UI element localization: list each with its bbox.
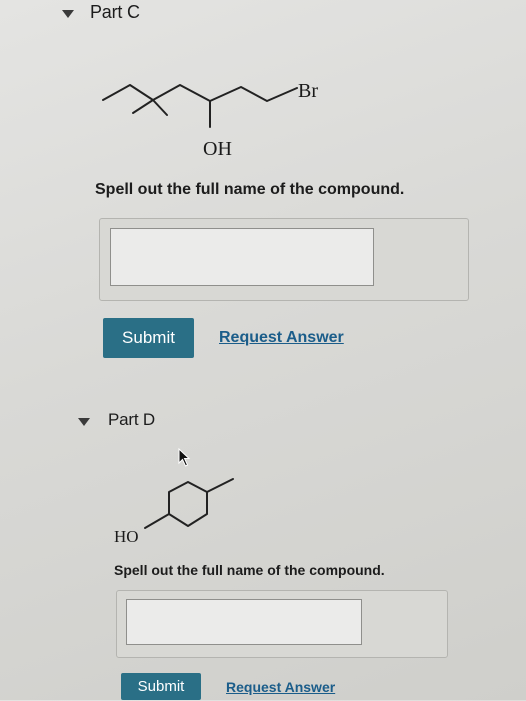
part-d-prompt: Spell out the full name of the compound. [114, 562, 385, 578]
part-c-submit-button[interactable]: Submit [103, 318, 194, 358]
part-d-ho-label: HO [114, 527, 139, 546]
part-c-chain-bonds [102, 84, 298, 102]
part-d-ho-bond [144, 513, 170, 529]
part-c-prompt: Spell out the full name of the compound. [95, 181, 405, 198]
part-c-answer-area [99, 218, 469, 301]
part-d-answer-area [116, 590, 448, 658]
part-c-collapse-caret-icon[interactable] [62, 10, 74, 18]
mouse-cursor-icon [178, 448, 191, 467]
part-d-structure: HO [114, 478, 234, 546]
part-d-submit-button[interactable]: Submit [121, 673, 201, 700]
part-d-title: Part D [108, 410, 155, 429]
part-d-collapse-caret-icon[interactable] [78, 418, 90, 426]
part-d-request-answer-link[interactable]: Request Answer [226, 679, 335, 695]
part-d-methyl-bond [206, 478, 234, 493]
part-c-methyl-bond-b [152, 99, 168, 116]
part-d-cyclohexane-ring [168, 481, 208, 527]
part-c-br-label: Br [298, 80, 318, 102]
part-c-structure: Br OH [102, 80, 318, 160]
part-c-methyl-bond-a [132, 99, 154, 114]
part-c-oh-label: OH [203, 138, 232, 160]
part-c-answer-input[interactable] [110, 228, 374, 286]
part-c-title: Part C [90, 2, 140, 22]
part-c-request-answer-link[interactable]: Request Answer [219, 329, 344, 347]
part-d-answer-input[interactable] [126, 599, 362, 645]
